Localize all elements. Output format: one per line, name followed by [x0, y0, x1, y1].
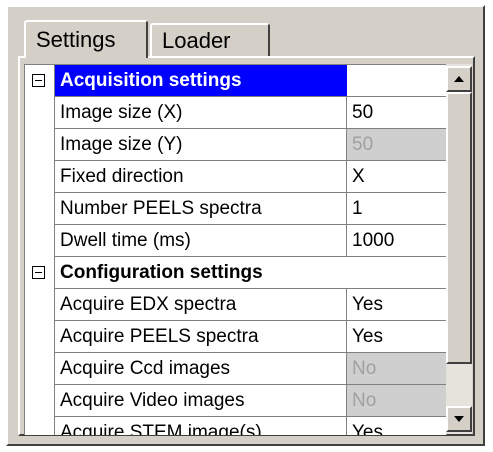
property-row[interactable]: Acquire Ccd images No — [25, 353, 447, 385]
property-value[interactable]: 1000 — [347, 225, 447, 257]
collapse-minus-icon[interactable] — [32, 74, 45, 87]
scroll-down-arrow-icon — [454, 416, 464, 422]
property-row[interactable]: Fixed direction X — [25, 161, 447, 193]
collapse-minus-icon[interactable] — [32, 266, 45, 279]
property-value[interactable]: Yes — [347, 289, 447, 321]
row-gutter — [25, 161, 55, 193]
category-expander[interactable] — [25, 257, 55, 289]
tab-settings-label: Settings — [36, 27, 116, 52]
category-value-blank — [347, 257, 447, 289]
row-gutter — [25, 97, 55, 129]
property-name: Acquire EDX spectra — [55, 289, 347, 321]
property-value: No — [347, 385, 447, 417]
property-value[interactable]: Yes — [347, 417, 447, 435]
scroll-up-button[interactable] — [446, 66, 472, 92]
property-row[interactable]: Acquire EDX spectra Yes — [25, 289, 447, 321]
property-row[interactable]: Acquire Video images No — [25, 385, 447, 417]
property-name: Fixed direction — [55, 161, 347, 193]
property-value[interactable]: 1 — [347, 193, 447, 225]
property-name: Dwell time (ms) — [55, 225, 347, 257]
property-name: Acquire Ccd images — [55, 353, 347, 385]
row-gutter — [25, 321, 55, 353]
property-name: Acquire Video images — [55, 385, 347, 417]
property-name: Acquire PEELS spectra — [55, 321, 347, 353]
scroll-up-arrow-icon — [454, 76, 464, 82]
category-label[interactable]: Acquisition settings — [55, 65, 347, 97]
property-row[interactable]: Number PEELS spectra 1 — [25, 193, 447, 225]
property-name: Image size (Y) — [55, 129, 347, 161]
property-name: Acquire STEM image(s) — [55, 417, 347, 435]
category-row[interactable]: Configuration settings — [25, 257, 447, 289]
property-value[interactable]: Yes — [347, 321, 447, 353]
scrollbar-thumb[interactable] — [446, 92, 472, 364]
property-name: Number PEELS spectra — [55, 193, 347, 225]
row-gutter — [25, 353, 55, 385]
row-gutter — [25, 193, 55, 225]
tab-loader-label: Loader — [162, 27, 231, 53]
row-gutter — [25, 417, 55, 435]
row-gutter — [25, 385, 55, 417]
property-row[interactable]: Image size (X) 50 — [25, 97, 447, 129]
property-row[interactable]: Acquire PEELS spectra Yes — [25, 321, 447, 353]
row-gutter — [25, 225, 55, 257]
scroll-down-button[interactable] — [446, 406, 472, 432]
category-value-blank — [347, 65, 447, 97]
property-row[interactable]: Acquire STEM image(s) Yes — [25, 417, 447, 435]
property-value: No — [347, 353, 447, 385]
property-value[interactable]: X — [347, 161, 447, 193]
property-name: Image size (X) — [55, 97, 347, 129]
tab-loader[interactable]: Loader — [150, 23, 270, 56]
property-grid[interactable]: Acquisition settings Image size (X) 50 Imag… — [24, 64, 447, 435]
property-row[interactable]: Image size (Y) 50 — [25, 129, 447, 161]
tab-settings[interactable]: Settings — [24, 20, 148, 58]
property-value: 50 — [347, 129, 447, 161]
category-label[interactable]: Configuration settings — [55, 257, 347, 289]
property-value[interactable]: 50 — [347, 97, 447, 129]
property-row[interactable]: Dwell time (ms) 1000 — [25, 225, 447, 257]
vertical-scrollbar[interactable] — [446, 64, 472, 434]
category-row[interactable]: Acquisition settings — [25, 65, 447, 97]
row-gutter — [25, 289, 55, 321]
category-expander[interactable] — [25, 65, 55, 97]
row-gutter — [25, 129, 55, 161]
